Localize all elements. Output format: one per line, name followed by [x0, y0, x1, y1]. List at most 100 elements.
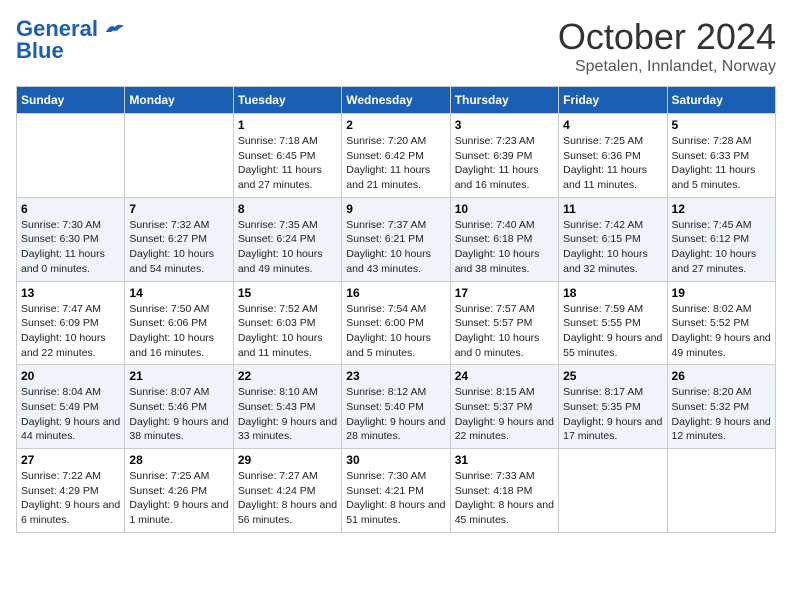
day-info: Sunrise: 7:33 AMSunset: 4:18 PMDaylight:… — [455, 469, 554, 528]
day-number: 6 — [21, 202, 120, 216]
day-number: 2 — [346, 118, 445, 132]
week-row-5: 27 Sunrise: 7:22 AMSunset: 4:29 PMDayligh… — [17, 449, 776, 533]
day-number: 1 — [238, 118, 337, 132]
day-info: Sunrise: 7:32 AMSunset: 6:27 PMDaylight:… — [129, 218, 228, 277]
day-number: 3 — [455, 118, 554, 132]
day-cell — [559, 449, 667, 533]
header-friday: Friday — [559, 87, 667, 114]
day-cell: 31 Sunrise: 7:33 AMSunset: 4:18 PMDayligh… — [450, 449, 558, 533]
day-cell: 18 Sunrise: 7:59 AMSunset: 5:55 PMDayligh… — [559, 281, 667, 365]
day-cell — [17, 114, 125, 198]
day-info: Sunrise: 7:57 AMSunset: 5:57 PMDaylight:… — [455, 302, 554, 361]
day-cell: 30 Sunrise: 7:30 AMSunset: 4:21 PMDayligh… — [342, 449, 450, 533]
day-number: 18 — [563, 286, 662, 300]
page-header: General Blue October 2024 Spetalen, Innl… — [16, 16, 776, 76]
day-info: Sunrise: 7:59 AMSunset: 5:55 PMDaylight:… — [563, 302, 662, 361]
day-cell: 2 Sunrise: 7:20 AMSunset: 6:42 PMDaylight… — [342, 114, 450, 198]
day-cell: 12Sunrise: 7:45 AMSunset: 6:12 PMDayligh… — [667, 197, 775, 281]
day-cell: 1Sunrise: 7:18 AMSunset: 6:45 PMDaylight… — [233, 114, 341, 198]
day-number: 30 — [346, 453, 445, 467]
day-cell — [125, 114, 233, 198]
day-cell: 23 Sunrise: 8:12 AMSunset: 5:40 PMDayligh… — [342, 365, 450, 449]
day-info: Sunrise: 7:47 AMSunset: 6:09 PMDaylight:… — [21, 302, 120, 361]
day-info: Sunrise: 7:52 AMSunset: 6:03 PMDaylight:… — [238, 302, 337, 361]
day-info: Sunrise: 7:23 AMSunset: 6:39 PMDaylight:… — [455, 134, 554, 193]
day-cell: 3 Sunrise: 7:23 AMSunset: 6:39 PMDaylight… — [450, 114, 558, 198]
day-cell: 5 Sunrise: 7:28 AMSunset: 6:33 PMDaylight… — [667, 114, 775, 198]
week-row-4: 20 Sunrise: 8:04 AMSunset: 5:49 PMDayligh… — [17, 365, 776, 449]
header-sunday: Sunday — [17, 87, 125, 114]
header-monday: Monday — [125, 87, 233, 114]
day-cell: 27 Sunrise: 7:22 AMSunset: 4:29 PMDayligh… — [17, 449, 125, 533]
day-info: Sunrise: 8:07 AMSunset: 5:46 PMDaylight:… — [129, 385, 228, 444]
day-info: Sunrise: 7:25 AMSunset: 4:26 PMDaylight:… — [129, 469, 228, 528]
day-info: Sunrise: 8:15 AMSunset: 5:37 PMDaylight:… — [455, 385, 554, 444]
day-info: Sunrise: 7:42 AMSunset: 6:15 PMDaylight:… — [563, 218, 662, 277]
day-number: 14 — [129, 286, 228, 300]
calendar-table: Sunday Monday Tuesday Wednesday Thursday… — [16, 86, 776, 533]
day-number: 9 — [346, 202, 445, 216]
day-info: Sunrise: 7:28 AMSunset: 6:33 PMDaylight:… — [672, 134, 771, 193]
day-cell: 22Sunrise: 8:10 AMSunset: 5:43 PMDayligh… — [233, 365, 341, 449]
day-cell: 10Sunrise: 7:40 AMSunset: 6:18 PMDayligh… — [450, 197, 558, 281]
day-number: 31 — [455, 453, 554, 467]
day-number: 28 — [129, 453, 228, 467]
day-cell: 26Sunrise: 8:20 AMSunset: 5:32 PMDayligh… — [667, 365, 775, 449]
day-cell: 11 Sunrise: 7:42 AMSunset: 6:15 PMDayligh… — [559, 197, 667, 281]
day-info: Sunrise: 8:04 AMSunset: 5:49 PMDaylight:… — [21, 385, 120, 444]
day-cell — [667, 449, 775, 533]
header-wednesday: Wednesday — [342, 87, 450, 114]
day-number: 11 — [563, 202, 662, 216]
logo-bird-icon — [104, 22, 126, 38]
day-cell: 8 Sunrise: 7:35 AMSunset: 6:24 PMDaylight… — [233, 197, 341, 281]
logo: General Blue — [16, 16, 126, 64]
header-tuesday: Tuesday — [233, 87, 341, 114]
day-cell: 17 Sunrise: 7:57 AMSunset: 5:57 PMDayligh… — [450, 281, 558, 365]
day-number: 22 — [238, 369, 337, 383]
day-cell: 19 Sunrise: 8:02 AMSunset: 5:52 PMDayligh… — [667, 281, 775, 365]
day-number: 19 — [672, 286, 771, 300]
location: Spetalen, Innlandet, Norway — [558, 58, 776, 76]
header-saturday: Saturday — [667, 87, 775, 114]
week-row-1: 1Sunrise: 7:18 AMSunset: 6:45 PMDaylight… — [17, 114, 776, 198]
day-cell: 21 Sunrise: 8:07 AMSunset: 5:46 PMDayligh… — [125, 365, 233, 449]
day-cell: 4 Sunrise: 7:25 AMSunset: 6:36 PMDaylight… — [559, 114, 667, 198]
day-number: 4 — [563, 118, 662, 132]
day-number: 15 — [238, 286, 337, 300]
day-number: 25 — [563, 369, 662, 383]
day-number: 24 — [455, 369, 554, 383]
day-info: Sunrise: 7:45 AMSunset: 6:12 PMDaylight:… — [672, 218, 771, 277]
day-number: 17 — [455, 286, 554, 300]
day-number: 26 — [672, 369, 771, 383]
day-info: Sunrise: 8:02 AMSunset: 5:52 PMDaylight:… — [672, 302, 771, 361]
day-number: 21 — [129, 369, 228, 383]
day-number: 27 — [21, 453, 120, 467]
day-number: 20 — [21, 369, 120, 383]
logo-blue: Blue — [16, 38, 64, 64]
day-cell: 24 Sunrise: 8:15 AMSunset: 5:37 PMDayligh… — [450, 365, 558, 449]
day-number: 29 — [238, 453, 337, 467]
day-number: 10 — [455, 202, 554, 216]
header-row: Sunday Monday Tuesday Wednesday Thursday… — [17, 87, 776, 114]
day-cell: 25Sunrise: 8:17 AMSunset: 5:35 PMDayligh… — [559, 365, 667, 449]
day-number: 23 — [346, 369, 445, 383]
day-number: 13 — [21, 286, 120, 300]
day-info: Sunrise: 7:22 AMSunset: 4:29 PMDaylight:… — [21, 469, 120, 528]
day-cell: 14Sunrise: 7:50 AMSunset: 6:06 PMDayligh… — [125, 281, 233, 365]
day-number: 16 — [346, 286, 445, 300]
day-info: Sunrise: 7:30 AMSunset: 4:21 PMDaylight:… — [346, 469, 445, 528]
calendar-header: Sunday Monday Tuesday Wednesday Thursday… — [17, 87, 776, 114]
day-cell: 29Sunrise: 7:27 AMSunset: 4:24 PMDayligh… — [233, 449, 341, 533]
day-info: Sunrise: 7:30 AMSunset: 6:30 PMDaylight:… — [21, 218, 120, 277]
day-info: Sunrise: 7:20 AMSunset: 6:42 PMDaylight:… — [346, 134, 445, 193]
day-cell: 16Sunrise: 7:54 AMSunset: 6:00 PMDayligh… — [342, 281, 450, 365]
day-cell: 28 Sunrise: 7:25 AMSunset: 4:26 PMDayligh… — [125, 449, 233, 533]
day-number: 5 — [672, 118, 771, 132]
month-title: October 2024 — [558, 16, 776, 58]
day-info: Sunrise: 8:12 AMSunset: 5:40 PMDaylight:… — [346, 385, 445, 444]
day-number: 7 — [129, 202, 228, 216]
day-info: Sunrise: 7:25 AMSunset: 6:36 PMDaylight:… — [563, 134, 662, 193]
day-info: Sunrise: 7:35 AMSunset: 6:24 PMDaylight:… — [238, 218, 337, 277]
day-cell: 7 Sunrise: 7:32 AMSunset: 6:27 PMDaylight… — [125, 197, 233, 281]
day-number: 8 — [238, 202, 337, 216]
